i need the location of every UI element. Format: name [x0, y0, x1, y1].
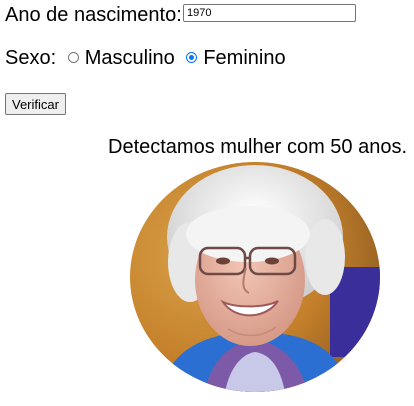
radio-masculino-label[interactable]: Masculino — [85, 47, 175, 69]
sex-row: Sexo: Masculino Feminino — [5, 46, 286, 70]
result-message: Detectamos mulher com 50 anos. — [108, 136, 408, 158]
birth-year-input[interactable] — [183, 4, 356, 22]
birth-year-row: Ano de nascimento: — [5, 3, 182, 27]
radio-feminino-label[interactable]: Feminino — [203, 47, 285, 69]
birth-year-label: Ano de nascimento: — [5, 4, 182, 26]
verify-button[interactable]: Verificar — [5, 93, 66, 115]
photo-illustration — [130, 162, 380, 392]
radio-feminino[interactable] — [186, 51, 198, 63]
elderly-woman-photo — [130, 162, 380, 392]
radio-masculino[interactable] — [67, 51, 79, 63]
sex-label: Sexo: — [5, 47, 57, 69]
